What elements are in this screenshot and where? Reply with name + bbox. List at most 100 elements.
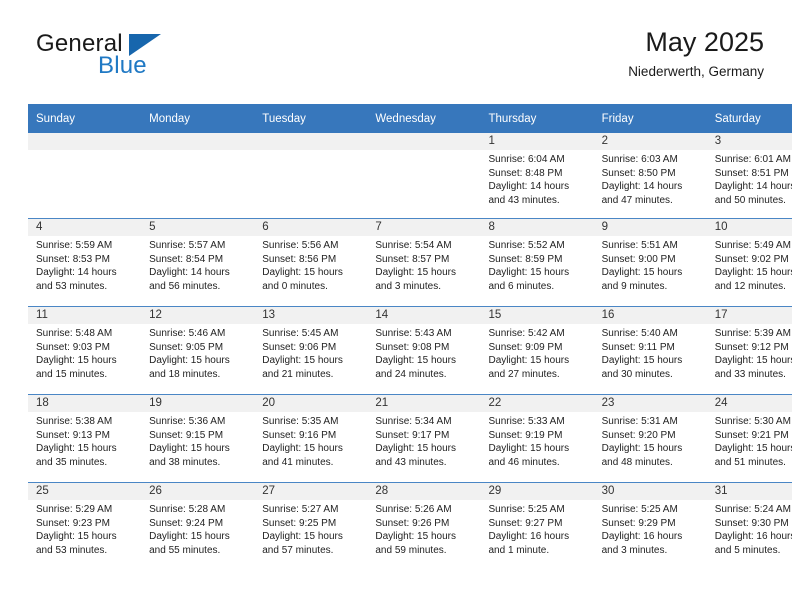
day-cell[interactable]: 24 Sunrise: 5:30 AM Sunset: 9:21 PM Dayligh… [706,394,792,483]
day-cell[interactable]: 6 Sunrise: 5:56 AM Sunset: 8:56 PM Daylight… [254,218,368,307]
daylight-text-line1: Daylight: 15 hours [714,443,792,455]
day-cell[interactable]: 30 Sunrise: 5:25 AM Sunset: 9:29 PM Dayligh… [593,482,707,570]
day-cell[interactable]: 16 Sunrise: 5:40 AM Sunset: 9:11 PM Dayligh… [593,306,707,395]
daylight-text-line2: and 56 minutes. [149,280,221,292]
day-cell[interactable]: 29 Sunrise: 5:25 AM Sunset: 9:27 PM Dayligh… [480,482,594,570]
daylight-text-line2: and 43 minutes. [488,194,560,206]
sunrise-text: Sunrise: 5:34 AM [375,416,452,427]
sunrise-text: Sunrise: 5:52 AM [488,240,565,251]
sunrise-text: Sunrise: 5:43 AM [375,328,452,339]
day-cell[interactable]: 26 Sunrise: 5:28 AM Sunset: 9:24 PM Dayligh… [141,482,255,570]
day-details: Sunrise: 5:35 AM Sunset: 9:16 PM Daylight:… [254,412,367,469]
day-details: Sunrise: 5:27 AM Sunset: 9:25 PM Daylight:… [254,500,367,557]
day-cell[interactable]: 19 Sunrise: 5:36 AM Sunset: 9:15 PM Dayligh… [141,394,255,483]
sunset-text: Sunset: 9:21 PM [714,429,789,441]
logo-text-blue: Blue [98,52,147,79]
day-number: 20 [254,395,368,412]
daylight-text-line2: and 3 minutes. [601,544,668,556]
day-number: 16 [593,307,707,324]
day-details: Sunrise: 5:36 AM Sunset: 9:15 PM Daylight:… [141,412,254,469]
daylight-text-line1: Daylight: 16 hours [601,531,683,543]
day-details: Sunrise: 5:24 AM Sunset: 9:30 PM Daylight:… [707,500,792,557]
day-cell[interactable]: 23 Sunrise: 5:31 AM Sunset: 9:20 PM Dayligh… [593,394,707,483]
day-details: Sunrise: 5:48 AM Sunset: 9:03 PM Daylight:… [28,324,141,381]
daylight-text-line1: Daylight: 15 hours [375,267,456,279]
sunrise-text: Sunrise: 5:35 AM [262,416,339,427]
daylight-text-line1: Daylight: 15 hours [149,355,230,367]
daylight-text-line1: Daylight: 15 hours [375,355,456,367]
sunset-text: Sunset: 9:13 PM [36,429,110,441]
day-number: 10 [706,219,792,236]
day-cell[interactable]: 11 Sunrise: 5:48 AM Sunset: 9:03 PM Dayligh… [28,306,142,395]
day-cell[interactable]: 18 Sunrise: 5:38 AM Sunset: 9:13 PM Dayligh… [28,394,142,483]
calendar-week-row: 4 Sunrise: 5:59 AM Sunset: 8:53 PM Daylight… [28,218,792,307]
day-cell[interactable]: 25 Sunrise: 5:29 AM Sunset: 9:23 PM Dayligh… [28,482,142,570]
daylight-text-line1: Daylight: 15 hours [262,267,343,279]
sunset-text: Sunset: 9:15 PM [149,429,224,441]
daylight-text-line2: and 9 minutes. [601,280,668,292]
weekday-header-friday: Friday [593,104,707,133]
day-cell[interactable]: 17 Sunrise: 5:39 AM Sunset: 9:12 PM Dayligh… [706,306,792,395]
day-cell[interactable]: 4 Sunrise: 5:59 AM Sunset: 8:53 PM Daylight… [28,218,142,307]
sunset-text: Sunset: 9:16 PM [262,429,337,441]
daylight-text-line1: Daylight: 14 hours [36,267,117,279]
sunset-text: Sunset: 8:51 PM [714,167,789,179]
day-cell[interactable]: 22 Sunrise: 5:33 AM Sunset: 9:19 PM Dayligh… [480,394,594,483]
daylight-text-line1: Daylight: 14 hours [149,267,230,279]
daylight-text-line1: Daylight: 14 hours [601,181,683,193]
day-cell[interactable]: 1 Sunrise: 6:04 AM Sunset: 8:48 PM Daylight… [480,133,594,219]
day-cell[interactable]: 27 Sunrise: 5:27 AM Sunset: 9:25 PM Dayligh… [254,482,368,570]
daylight-text-line1: Daylight: 15 hours [601,443,683,455]
daylight-text-line2: and 0 minutes. [262,280,328,292]
day-number: 14 [367,307,481,324]
sunset-text: Sunset: 9:09 PM [488,341,563,353]
day-cell[interactable]: 15 Sunrise: 5:42 AM Sunset: 9:09 PM Dayligh… [480,306,594,395]
day-number [254,133,368,150]
day-number: 25 [28,483,142,500]
day-cell[interactable]: 28 Sunrise: 5:26 AM Sunset: 9:26 PM Dayligh… [367,482,481,570]
day-cell[interactable]: 2 Sunrise: 6:03 AM Sunset: 8:50 PM Daylight… [593,133,707,219]
day-cell[interactable]: 21 Sunrise: 5:34 AM Sunset: 9:17 PM Dayligh… [367,394,481,483]
day-cell[interactable]: 3 Sunrise: 6:01 AM Sunset: 8:51 PM Daylight… [706,133,792,219]
sunrise-text: Sunrise: 5:31 AM [601,416,678,427]
weekday-header-monday: Monday [141,104,255,133]
sunset-text: Sunset: 8:56 PM [262,253,337,265]
sunset-text: Sunset: 9:00 PM [601,253,676,265]
daylight-text-line1: Daylight: 15 hours [714,267,792,279]
day-number [367,133,481,150]
day-details: Sunrise: 5:26 AM Sunset: 9:26 PM Daylight:… [367,500,480,557]
daylight-text-line2: and 53 minutes. [36,544,108,556]
day-cell[interactable]: 5 Sunrise: 5:57 AM Sunset: 8:54 PM Daylight… [141,218,255,307]
daylight-text-line1: Daylight: 15 hours [262,443,343,455]
day-cell[interactable]: 12 Sunrise: 5:46 AM Sunset: 9:05 PM Dayligh… [141,306,255,395]
daylight-text-line2: and 51 minutes. [714,456,786,468]
sunrise-text: Sunrise: 5:38 AM [36,416,113,427]
calendar-week-row: 18 Sunrise: 5:38 AM Sunset: 9:13 PM Dayligh… [28,394,792,483]
daylight-text-line1: Daylight: 14 hours [714,181,792,193]
day-cell[interactable]: 13 Sunrise: 5:45 AM Sunset: 9:06 PM Dayligh… [254,306,368,395]
day-cell[interactable]: 9 Sunrise: 5:51 AM Sunset: 9:00 PM Daylight… [593,218,707,307]
weekday-header-sunday: Sunday [28,104,142,133]
sunset-text: Sunset: 8:53 PM [36,253,110,265]
day-details: Sunrise: 5:46 AM Sunset: 9:05 PM Daylight:… [141,324,254,381]
day-details: Sunrise: 5:45 AM Sunset: 9:06 PM Daylight:… [254,324,367,381]
sunset-text: Sunset: 9:17 PM [375,429,450,441]
sunrise-text: Sunrise: 5:56 AM [262,240,339,251]
day-cell[interactable]: 20 Sunrise: 5:35 AM Sunset: 9:16 PM Dayligh… [254,394,368,483]
daylight-text-line2: and 55 minutes. [149,544,221,556]
daylight-text-line2: and 59 minutes. [375,544,447,556]
sunset-text: Sunset: 9:30 PM [714,517,789,529]
day-cell[interactable]: 31 Sunrise: 5:24 AM Sunset: 9:30 PM Dayligh… [706,482,792,570]
day-cell[interactable]: 14 Sunrise: 5:43 AM Sunset: 9:08 PM Dayligh… [367,306,481,395]
daylight-text-line1: Daylight: 15 hours [262,531,343,543]
day-cell[interactable]: 7 Sunrise: 5:54 AM Sunset: 8:57 PM Daylight… [367,218,481,307]
day-cell[interactable]: 8 Sunrise: 5:52 AM Sunset: 8:59 PM Daylight… [480,218,594,307]
day-cell[interactable]: 10 Sunrise: 5:49 AM Sunset: 9:02 PM Dayligh… [706,218,792,307]
sunrise-text: Sunrise: 6:04 AM [488,154,565,165]
title-block: May 2025 Niederwerth, Germany [628,26,764,81]
daylight-text-line1: Daylight: 15 hours [488,355,570,367]
day-number [28,133,142,150]
daylight-text-line2: and 43 minutes. [375,456,447,468]
daylight-text-line2: and 57 minutes. [262,544,334,556]
day-details: Sunrise: 5:40 AM Sunset: 9:11 PM Daylight:… [594,324,707,381]
